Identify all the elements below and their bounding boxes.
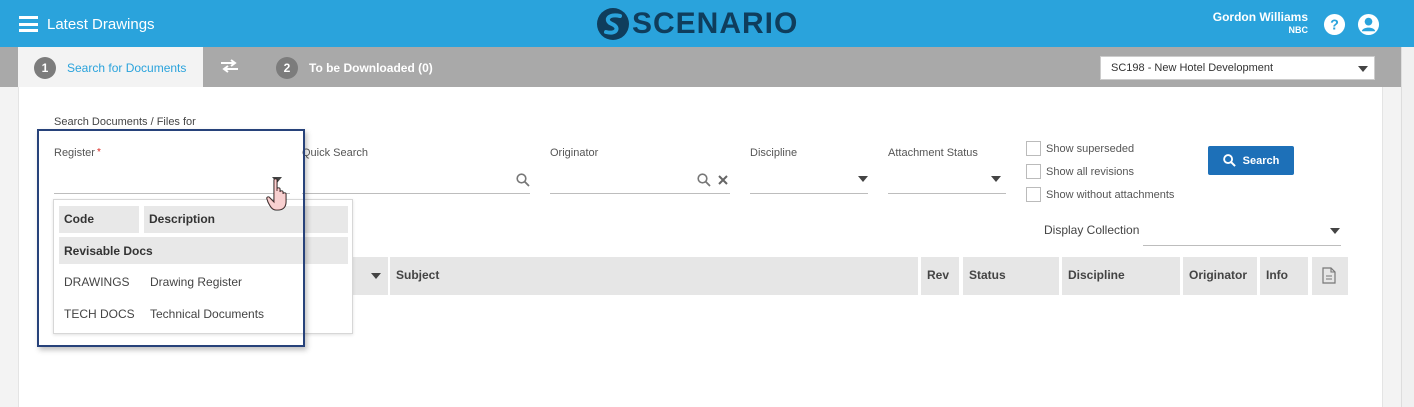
search-icon[interactable] (697, 173, 711, 187)
logo-icon (597, 8, 629, 40)
quick-search-label: Quick Search (302, 147, 369, 159)
tab-bar: 1 Search for Documents 2 To be Downloade… (0, 47, 1414, 87)
originator-label: Originator (550, 147, 599, 159)
discipline-label: Discipline (750, 147, 798, 159)
search-icon (1222, 154, 1236, 167)
quick-search-input[interactable] (302, 193, 530, 194)
menu-icon[interactable] (19, 16, 38, 32)
tab-label: Search for Documents (67, 61, 187, 75)
user-org: NBC (1288, 25, 1309, 35)
checkbox-label: Show without attachments (1046, 188, 1175, 201)
attachment-status-label: Attachment Status (888, 147, 978, 159)
column-header-info[interactable]: Info (1260, 257, 1308, 295)
project-select[interactable]: SC198 - New Hotel Development (1100, 56, 1375, 80)
search-icon[interactable] (516, 173, 530, 187)
hand-cursor-icon (266, 178, 287, 211)
app-title: Latest Drawings (47, 16, 155, 33)
logo: SCENARIO (596, 6, 798, 42)
document-icon (1322, 267, 1336, 284)
top-bar: Latest Drawings SCENARIO Gordon Williams… (0, 0, 1414, 47)
column-header-attachment[interactable] (1312, 257, 1348, 295)
swap-icon[interactable] (220, 59, 239, 73)
scrollbar[interactable] (1401, 47, 1414, 407)
checkbox-label: Show all revisions (1046, 165, 1135, 178)
column-header-subject[interactable]: Subject (390, 257, 918, 295)
column-header-discipline[interactable]: Discipline (1062, 257, 1180, 295)
search-button-label: Search (1242, 154, 1280, 167)
tab-label: To be Downloaded (0) (309, 61, 433, 75)
tab-search-documents[interactable]: 1 Search for Documents (18, 47, 203, 87)
show-superseded-checkbox[interactable]: Show superseded (1026, 141, 1134, 156)
chevron-down-icon[interactable] (1330, 228, 1340, 234)
chevron-down-icon (1358, 66, 1368, 72)
user-info: Gordon Williams NBC (1213, 11, 1308, 37)
originator-input[interactable] (550, 193, 730, 194)
page-gutter (0, 87, 18, 407)
svg-text:?: ? (1330, 17, 1339, 33)
show-all-revisions-checkbox[interactable]: Show all revisions (1026, 164, 1134, 179)
show-without-attachments-checkbox[interactable]: Show without attachments (1026, 187, 1174, 202)
chevron-down-icon[interactable] (858, 176, 868, 182)
display-collection-label: Display Collection (1044, 223, 1140, 237)
column-header-originator[interactable]: Originator (1183, 257, 1257, 295)
chevron-down-icon[interactable] (991, 176, 1001, 182)
highlight-frame (37, 129, 305, 347)
logo-text: SCENARIO (632, 7, 799, 40)
user-name: Gordon Williams (1212, 10, 1308, 24)
checkbox[interactable] (1026, 141, 1041, 156)
search-heading: Search Documents / Files for (54, 116, 196, 128)
column-header-rev[interactable]: Rev (921, 257, 959, 295)
user-icon[interactable] (1357, 13, 1380, 36)
column-header-status[interactable]: Status (963, 257, 1059, 295)
attachment-status-select[interactable] (888, 193, 1006, 194)
chevron-down-icon[interactable] (371, 273, 381, 279)
help-icon[interactable]: ? (1323, 13, 1346, 36)
checkbox[interactable] (1026, 164, 1041, 179)
checkbox-label: Show superseded (1046, 142, 1135, 155)
discipline-select[interactable] (750, 193, 868, 194)
checkbox[interactable] (1026, 187, 1041, 202)
display-collection-select[interactable] (1143, 245, 1341, 246)
project-select-value: SC198 - New Hotel Development (1111, 62, 1274, 74)
step-number: 1 (34, 57, 56, 79)
step-number: 2 (276, 57, 298, 79)
page-gutter (1383, 87, 1401, 407)
search-button[interactable]: Search (1208, 146, 1294, 175)
clear-icon[interactable] (717, 174, 729, 186)
